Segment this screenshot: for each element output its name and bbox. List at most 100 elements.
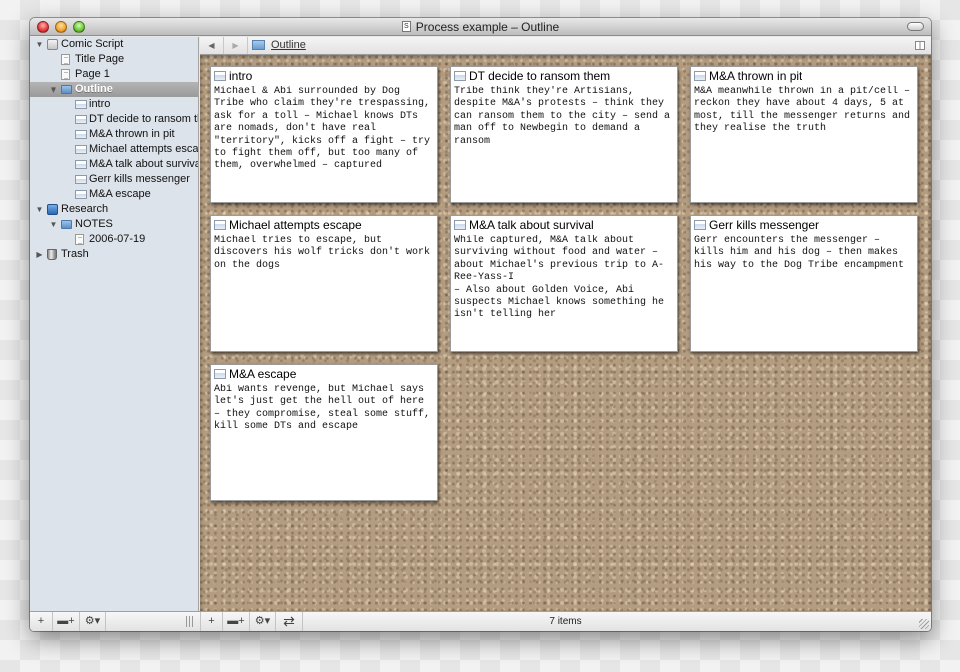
close-button[interactable] [37,21,49,33]
sidebar-item-label: M&A thrown in pit [89,128,175,140]
folder-icon [61,85,72,94]
card-header: M&A escape [214,366,434,382]
forward-arrow-icon: ▶ [232,41,239,50]
footer-bar: + ▬+ ⚙▾ + ▬+ ⚙▾ ⇄ 7 items [30,611,931,631]
card-synopsis[interactable]: Abi wants revenge, but Michael says let'… [214,384,434,497]
breadcrumb-outline[interactable]: Outline [271,39,306,51]
index-card-icon [214,369,226,379]
index-card[interactable]: M&A thrown in pit M&A meanwhile thrown in… [690,66,918,203]
disclosure-expanded-icon[interactable]: ▼ [35,37,44,52]
card-synopsis[interactable]: Tribe think they're Artisians, despite M… [454,86,674,199]
card-synopsis[interactable]: Michael tries to escape, but discovers h… [214,235,434,348]
sidebar-item-label: M&A talk about survival [89,158,198,170]
disclosure-expanded-icon[interactable]: ▼ [35,202,44,217]
index-card[interactable]: M&A talk about survival While captured, M… [450,215,678,352]
disclosure-collapsed-icon[interactable]: ▶ [35,247,44,262]
index-card-icon [75,130,87,139]
index-card[interactable]: M&A escape Abi wants revenge, but Michael… [210,364,438,501]
index-card[interactable]: Gerr kills messenger Gerr encounters the … [690,215,918,352]
sidebar-item-label: Title Page [75,53,125,65]
card-synopsis[interactable]: Gerr encounters the messenger – kills hi… [694,235,914,348]
sidebar-item[interactable]: Michael attempts escape [30,142,198,157]
sidebar-item-label: Gerr kills messenger [89,173,190,185]
card-title[interactable]: DT decide to ransom them [469,69,610,83]
card-header: DT decide to ransom them [454,68,674,84]
card-header: intro [214,68,434,84]
sidebar-item[interactable]: Page 1 [30,67,198,82]
card-title[interactable]: M&A escape [229,367,296,381]
script-document-icon: S [401,21,411,32]
page-icon [75,234,84,245]
trash-icon [47,249,57,260]
window-title: Process example – Outline [415,19,560,34]
index-card-icon [214,71,226,81]
sidebar-item[interactable]: M&A thrown in pit [30,127,198,142]
disclosure-expanded-icon[interactable]: ▼ [49,217,58,232]
sidebar-item[interactable]: ▼ NOTES [30,217,198,232]
toolbar-toggle-button[interactable] [907,22,924,31]
window-title-group: S Process example – Outline [401,19,560,34]
card-header: Gerr kills messenger [694,217,914,233]
card-title[interactable]: Michael attempts escape [229,218,362,232]
card-title[interactable]: intro [229,69,252,83]
add-folder-button[interactable]: ▬+ [53,612,80,631]
sidebar-item[interactable]: M&A escape [30,187,198,202]
add-document-button[interactable]: + [30,612,53,631]
index-card-icon [75,100,87,109]
sidebar-item-label: Research [61,203,109,215]
sidebar-item[interactable]: intro [30,97,198,112]
index-card[interactable]: Michael attempts escape Michael tries to … [210,215,438,352]
index-card-icon [75,190,87,199]
split-editor-button[interactable] [915,41,925,50]
index-card-icon [694,220,706,230]
sidebar-item-label: Trash [61,248,89,260]
index-card-icon [454,220,466,230]
minimize-button[interactable] [55,21,67,33]
index-card[interactable]: intro Michael & Abi surrounded by Dog Tri… [210,66,438,203]
page-icon [61,69,70,80]
index-card-icon [75,145,87,154]
window-resize-grip[interactable] [919,619,929,629]
sidebar-item[interactable]: ▼ Comic Script [30,37,198,52]
folder-icon [61,220,72,229]
research-icon [47,204,58,215]
card-title[interactable]: Gerr kills messenger [709,218,819,232]
card-header: M&A thrown in pit [694,68,914,84]
index-card[interactable]: DT decide to ransom them Tribe think they… [450,66,678,203]
app-window: S Process example – Outline ▼ Comic Scrip… [30,18,931,631]
index-card-icon [75,175,87,184]
sidebar-item[interactable]: 2006-07-19 [30,232,198,247]
window-controls [37,21,85,33]
sidebar-item-label: Outline [75,83,113,95]
sidebar-item[interactable]: ▼ Outline [30,82,198,97]
back-arrow-icon: ◀ [208,41,215,50]
status-item-count: 7 items [549,616,582,627]
sidebar-item-label: NOTES [75,218,113,230]
binder-sidebar: ▼ Comic Script Title Page Page 1 ▼ Outline int… [30,37,199,611]
card-synopsis[interactable]: Michael & Abi surrounded by Dog Tribe wh… [214,86,434,199]
binder-actions-menu[interactable]: ⚙▾ [80,612,106,631]
header-bar: ◀ ▶ Outline [200,37,931,55]
sidebar-item[interactable]: Gerr kills messenger [30,172,198,187]
folder-icon [252,40,265,50]
sidebar-item[interactable]: M&A talk about survival [30,157,198,172]
sidebar-item-label: DT decide to ransom them [89,113,198,125]
sidebar-item[interactable]: ▶ Trash [30,247,198,262]
title-bar[interactable]: S Process example – Outline [30,18,931,36]
card-title[interactable]: M&A thrown in pit [709,69,802,83]
card-synopsis[interactable]: While captured, M&A talk about surviving… [454,235,674,348]
card-title[interactable]: M&A talk about survival [469,218,594,232]
index-card-icon [454,71,466,81]
card-header: Michael attempts escape [214,217,434,233]
gear-icon: ⚙▾ [84,615,101,627]
back-button[interactable]: ◀ [200,37,224,54]
forward-button[interactable]: ▶ [224,37,248,54]
disclosure-expanded-icon[interactable]: ▼ [49,82,58,97]
sidebar-item[interactable]: ▼ Research [30,202,198,217]
sidebar-resize-handle[interactable] [186,616,193,627]
sidebar-item[interactable]: Title Page [30,52,198,67]
zoom-button[interactable] [73,21,85,33]
sidebar-item[interactable]: DT decide to ransom them [30,112,198,127]
card-header: M&A talk about survival [454,217,674,233]
card-synopsis[interactable]: M&A meanwhile thrown in a pit/cell – rec… [694,86,914,199]
